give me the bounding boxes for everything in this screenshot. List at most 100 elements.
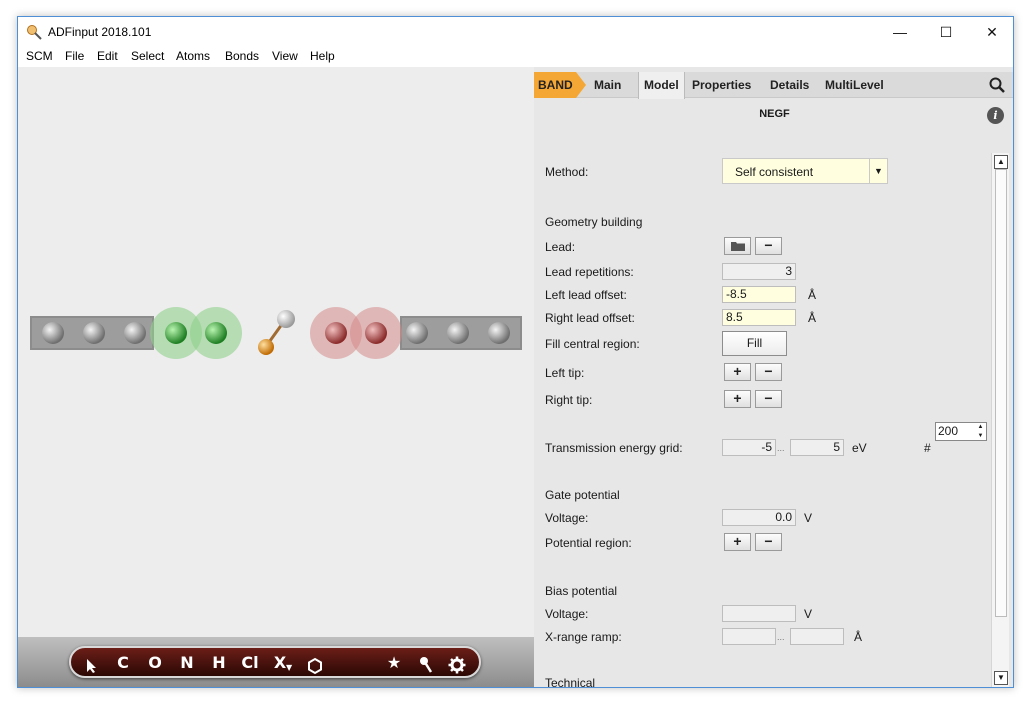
minimize-button[interactable]: — — [877, 17, 923, 47]
lead-remove-button[interactable]: − — [755, 237, 782, 255]
atom[interactable] — [365, 322, 387, 344]
menu-view[interactable]: View — [272, 49, 298, 63]
menu-help[interactable]: Help — [310, 49, 335, 63]
atom[interactable] — [42, 322, 64, 344]
tab-properties[interactable]: Properties — [692, 72, 751, 98]
atom[interactable] — [165, 322, 187, 344]
bias-heading: Bias potential — [545, 584, 618, 598]
right-tip-add-button[interactable]: + — [724, 390, 751, 408]
menu-edit[interactable]: Edit — [97, 49, 118, 63]
method-label: Method: — [545, 165, 589, 179]
left-lead-offset-unit: Å — [808, 288, 817, 302]
carbon-tool[interactable]: C — [115, 652, 131, 674]
lead-label: Lead: — [545, 240, 576, 254]
right-lead-offset-input[interactable]: 8.5 — [722, 309, 796, 326]
molecule-viewport[interactable]: C O N H Cl X ▼ ★ — [18, 67, 534, 687]
wand-icon[interactable] — [419, 654, 433, 676]
ring-icon[interactable] — [307, 655, 323, 677]
right-tip-remove-button[interactable]: − — [755, 390, 782, 408]
scroll-up-icon[interactable]: ▲ — [994, 155, 1008, 169]
tab-multilevel[interactable]: MultiLevel — [825, 72, 884, 98]
chevron-down-icon[interactable]: ▼ — [869, 159, 887, 183]
atom-toolbar: C O N H Cl X ▼ ★ — [69, 646, 481, 678]
energy-unit: eV — [852, 441, 867, 455]
panel-scrollbar[interactable]: ▲ ▼ — [991, 153, 1009, 687]
ramp-unit: Å — [854, 630, 863, 644]
gear-icon[interactable] — [448, 654, 466, 676]
gate-heading: Gate potential — [545, 488, 620, 502]
molecule-scene[interactable] — [18, 67, 534, 637]
spin-down-icon[interactable]: ▼ — [975, 432, 986, 440]
lead-repetitions-input[interactable]: 3 — [722, 263, 796, 280]
range-separator: ... — [777, 632, 785, 642]
ramp-min-input[interactable] — [722, 628, 776, 645]
atom[interactable] — [488, 322, 510, 344]
dummy-atom-tool[interactable]: X — [273, 652, 287, 674]
menu-bonds[interactable]: Bonds — [225, 49, 259, 63]
menu-atoms[interactable]: Atoms — [176, 49, 210, 63]
app-window: ADFinput 2018.101 — ☐ ✕ SCM File Edit Se… — [17, 16, 1014, 688]
potential-region-add-button[interactable]: + — [724, 533, 751, 551]
gate-voltage-input[interactable]: 0.0 — [722, 509, 796, 526]
menu-bar: SCM File Edit Select Atoms Bonds View He… — [18, 47, 1013, 67]
left-tip-add-button[interactable]: + — [724, 363, 751, 381]
star-icon[interactable]: ★ — [385, 652, 403, 674]
atom[interactable] — [205, 322, 227, 344]
atom[interactable] — [258, 339, 274, 355]
grid-count-value: 200 — [938, 424, 959, 438]
scroll-down-icon[interactable]: ▼ — [994, 671, 1008, 685]
search-icon[interactable] — [989, 77, 1005, 93]
close-button[interactable]: ✕ — [969, 17, 1013, 47]
potential-region-remove-button[interactable]: − — [755, 533, 782, 551]
method-select[interactable]: Self consistent ▼ — [722, 158, 888, 184]
atom[interactable] — [277, 310, 295, 328]
chevron-down-icon[interactable]: ▼ — [286, 657, 292, 679]
hydrogen-tool[interactable]: H — [211, 652, 227, 674]
grid-count-spinner[interactable]: 200 ▲ ▼ — [935, 422, 987, 441]
oxygen-tool[interactable]: O — [147, 652, 163, 674]
scroll-thumb[interactable] — [995, 169, 1007, 617]
atom[interactable] — [447, 322, 469, 344]
menu-select[interactable]: Select — [131, 49, 164, 63]
tab-bar: BAND Main Model Properties Details Multi… — [534, 72, 1013, 99]
technical-heading: Technical — [545, 676, 596, 688]
energy-min-input[interactable]: -5 — [722, 439, 776, 456]
atom[interactable] — [124, 322, 146, 344]
atom[interactable] — [83, 322, 105, 344]
fill-button[interactable]: Fill — [722, 331, 787, 356]
gate-voltage-label: Voltage: — [545, 511, 589, 525]
adf-app-icon — [27, 25, 42, 40]
input-panel: BAND Main Model Properties Details Multi… — [534, 67, 1013, 688]
right-lead-offset-unit: Å — [808, 311, 817, 325]
title-bar[interactable]: ADFinput 2018.101 — ☐ ✕ — [18, 17, 1013, 47]
folder-button[interactable] — [724, 237, 751, 255]
bias-voltage-input[interactable] — [722, 605, 796, 622]
maximize-button[interactable]: ☐ — [923, 17, 969, 47]
tab-model[interactable]: Model — [638, 72, 685, 99]
tab-band[interactable]: BAND — [534, 72, 586, 98]
nitrogen-tool[interactable]: N — [179, 652, 195, 674]
left-lead-offset-input[interactable]: -8.5 — [722, 286, 796, 303]
x-range-ramp-label: X-range ramp: — [545, 630, 622, 644]
tab-details[interactable]: Details — [770, 72, 809, 98]
window-title: ADFinput 2018.101 — [48, 25, 152, 39]
chlorine-tool[interactable]: Cl — [239, 652, 261, 674]
menu-scm[interactable]: SCM — [26, 49, 53, 63]
atom[interactable] — [325, 322, 347, 344]
bias-voltage-label: Voltage: — [545, 607, 589, 621]
left-tip-remove-button[interactable]: − — [755, 363, 782, 381]
folder-icon — [730, 242, 745, 251]
tab-main[interactable]: Main — [594, 72, 621, 98]
energy-max-input[interactable]: 5 — [790, 439, 844, 456]
pointer-icon[interactable] — [85, 655, 99, 677]
menu-file[interactable]: File — [65, 49, 84, 63]
left-lead-offset-label: Left lead offset: — [545, 288, 627, 302]
fill-central-label: Fill central region: — [545, 337, 640, 351]
lead-repetitions-label: Lead repetitions: — [545, 265, 634, 279]
spin-up-icon[interactable]: ▲ — [975, 423, 986, 431]
ramp-max-input[interactable] — [790, 628, 844, 645]
info-icon[interactable]: i — [987, 107, 1004, 124]
gate-voltage-unit: V — [804, 511, 813, 525]
bias-voltage-unit: V — [804, 607, 813, 621]
atom[interactable] — [406, 322, 428, 344]
